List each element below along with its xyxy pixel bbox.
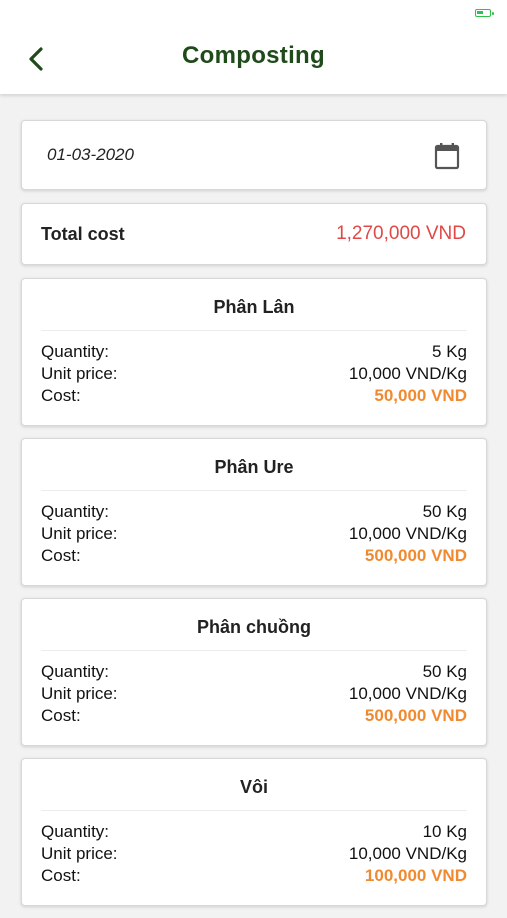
unit-price-value: 10,000 VND/Kg <box>348 364 467 383</box>
quantity-value: 5 Kg <box>432 342 467 361</box>
cost-label: Cost: <box>41 706 81 725</box>
cost-label: Cost: <box>41 386 81 405</box>
unit-price-row: Unit price: 10,000 VND/Kg <box>41 843 467 865</box>
unit-price-value: 10,000 VND/Kg <box>348 524 467 543</box>
unit-price-value: 10,000 VND/Kg <box>348 684 467 703</box>
date-picker-field[interactable]: 01-03-2020 <box>21 120 487 190</box>
calendar-icon <box>434 143 460 170</box>
item-card[interactable]: Phân Ure Quantity: 50 Kg Unit price: 10,… <box>21 438 487 586</box>
divider <box>41 330 467 331</box>
item-card[interactable]: Phân Lân Quantity: 5 Kg Unit price: 10,0… <box>21 278 487 426</box>
battery-icon <box>475 9 494 17</box>
calendar-button[interactable] <box>434 142 460 170</box>
cost-value: 500,000 VND <box>364 706 467 725</box>
unit-price-label: Unit price: <box>41 524 118 543</box>
total-cost-card: Total cost 1,270,000 VND <box>21 203 487 265</box>
unit-price-label: Unit price: <box>41 684 118 703</box>
quantity-label: Quantity: <box>41 502 110 521</box>
item-details: Quantity: 50 Kg Unit price: 10,000 VND/K… <box>41 501 467 567</box>
unit-price-row: Unit price: 10,000 VND/Kg <box>41 523 467 545</box>
app-header: Composting <box>0 26 507 94</box>
unit-price-row: Unit price: 10,000 VND/Kg <box>41 683 467 705</box>
unit-price-value: 10,000 VND/Kg <box>348 844 467 863</box>
cost-label: Cost: <box>41 866 81 885</box>
divider <box>41 650 467 651</box>
cost-label: Cost: <box>41 546 81 565</box>
quantity-label: Quantity: <box>41 822 110 841</box>
cost-value: 50,000 VND <box>374 386 467 405</box>
unit-price-row: Unit price: 10,000 VND/Kg <box>41 363 467 385</box>
cost-row: Cost: 50,000 VND <box>41 385 467 407</box>
item-name: Phân Ure <box>214 457 294 477</box>
unit-price-label: Unit price: <box>41 844 118 863</box>
item-details: Quantity: 10 Kg Unit price: 10,000 VND/K… <box>41 821 467 887</box>
quantity-value: 50 Kg <box>422 662 467 681</box>
item-name: Vôi <box>239 777 268 797</box>
quantity-row: Quantity: 50 Kg <box>41 661 467 683</box>
cost-row: Cost: 500,000 VND <box>41 705 467 727</box>
total-cost-label: Total cost <box>41 224 125 244</box>
quantity-row: Quantity: 50 Kg <box>41 501 467 523</box>
item-details: Quantity: 50 Kg Unit price: 10,000 VND/K… <box>41 661 467 727</box>
item-name: Phân chuồng <box>197 617 311 637</box>
item-details: Quantity: 5 Kg Unit price: 10,000 VND/Kg… <box>41 341 467 407</box>
cost-value: 100,000 VND <box>364 866 467 885</box>
content-area: 01-03-2020 Total cost 1,270,000 VND Phân… <box>21 120 487 918</box>
quantity-row: Quantity: 10 Kg <box>41 821 467 843</box>
quantity-value: 10 Kg <box>422 822 467 841</box>
unit-price-label: Unit price: <box>41 364 118 383</box>
quantity-value: 50 Kg <box>422 502 467 521</box>
cost-row: Cost: 500,000 VND <box>41 545 467 567</box>
quantity-label: Quantity: <box>41 662 110 681</box>
divider <box>41 810 467 811</box>
cost-row: Cost: 100,000 VND <box>41 865 467 887</box>
status-bar <box>0 0 507 26</box>
item-name: Phân Lân <box>213 297 295 317</box>
quantity-label: Quantity: <box>41 342 110 361</box>
date-value: 01-03-2020 <box>47 145 134 164</box>
item-card[interactable]: Phân chuồng Quantity: 50 Kg Unit price: … <box>21 598 487 746</box>
cost-value: 500,000 VND <box>364 546 467 565</box>
quantity-row: Quantity: 5 Kg <box>41 341 467 363</box>
total-cost-value: 1,270,000 VND <box>336 223 466 244</box>
item-card[interactable]: Vôi Quantity: 10 Kg Unit price: 10,000 V… <box>21 758 487 906</box>
divider <box>41 490 467 491</box>
page-title: Composting <box>182 42 325 69</box>
